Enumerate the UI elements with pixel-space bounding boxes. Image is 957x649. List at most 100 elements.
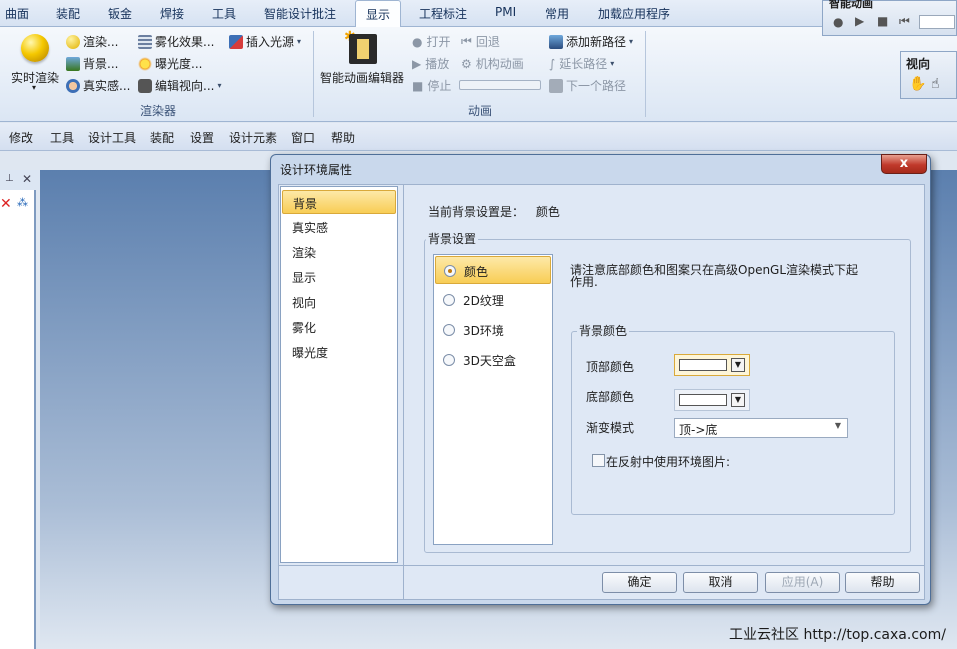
close-icon[interactable]: ✕ <box>22 172 32 186</box>
tab-assembly[interactable]: 装配 <box>56 5 80 22</box>
chevron-down-icon: ▾ <box>297 37 302 46</box>
menu-modify[interactable]: 修改 <box>9 129 33 146</box>
menu-settings[interactable]: 设置 <box>190 129 214 146</box>
radio-button <box>443 294 455 306</box>
stop-icon: ■ <box>412 78 424 93</box>
apply-button[interactable]: 应用(A) <box>765 572 840 593</box>
stop-button[interactable]: ■ 停止 <box>412 77 451 94</box>
tab-surface[interactable]: 曲面 <box>5 5 29 22</box>
background-type-list: 颜色 2D纹理 3D环境 3D天空盒 <box>433 254 553 545</box>
extend-path-button[interactable]: ∫ 延长路径 ▾ <box>549 55 614 72</box>
menu-design-elements[interactable]: 设计元素 <box>229 129 277 146</box>
bottom-color-picker[interactable]: ▼ <box>674 389 750 411</box>
camera-icon <box>138 78 152 93</box>
reflect-env-label: 在反射中使用环境图片: <box>606 455 731 469</box>
record-icon[interactable]: ● <box>833 15 843 29</box>
nav-divider <box>403 185 404 599</box>
reflect-env-checkbox[interactable] <box>592 454 605 467</box>
chevron-down-icon: ▼ <box>834 421 841 430</box>
color-swatch <box>679 359 727 371</box>
nav-item-exposure[interactable]: 曝光度 <box>282 340 396 364</box>
tab-engineering-annotation[interactable]: 工程标注 <box>419 5 467 22</box>
menu-tools[interactable]: 工具 <box>50 129 74 146</box>
menu-bar: 修改 工具 设计工具 装配 设置 设计元素 窗口 帮助 <box>0 123 957 151</box>
color-swatch <box>679 394 727 406</box>
next-path-button[interactable]: 下一个路径 <box>549 77 626 94</box>
fog-icon <box>138 34 152 49</box>
option-color[interactable]: 颜色 <box>435 256 551 284</box>
dialog-close-button[interactable]: x <box>881 154 927 174</box>
nav-item-render[interactable]: 渲染 <box>282 240 396 264</box>
ok-button[interactable]: 确定 <box>602 572 677 593</box>
animation-panel-title: 智能动画 <box>829 0 873 10</box>
menu-design-tools[interactable]: 设计工具 <box>88 129 136 146</box>
rotate-hand-icon[interactable]: ☝ <box>931 76 940 92</box>
chevron-down-icon: ▼ <box>731 358 745 372</box>
help-button[interactable]: 帮助 <box>845 572 920 593</box>
tab-smart-annotation[interactable]: 智能设计批注 <box>264 5 336 22</box>
option-2d-texture[interactable]: 2D纹理 <box>435 286 551 314</box>
gradient-mode-select[interactable]: 顶->底 ▼ <box>674 418 848 438</box>
mechanism-icon: ⚙ <box>461 56 472 71</box>
close-icon: x <box>899 156 909 171</box>
pin-icon[interactable]: ⊥ <box>5 173 14 184</box>
open-button[interactable]: ● 打开 <box>412 33 451 50</box>
edit-view-button[interactable]: 编辑视向... ▾ <box>138 77 221 94</box>
realism-button[interactable]: 真实感... <box>66 77 130 94</box>
tab-welding[interactable]: 焊接 <box>160 5 184 22</box>
side-panel-header: ⊥ ✕ <box>0 170 40 190</box>
menu-assembly[interactable]: 装配 <box>150 129 174 146</box>
option-3d-skybox[interactable]: 3D天空盒 <box>435 346 551 374</box>
nav-item-realism[interactable]: 真实感 <box>282 215 396 239</box>
play-icon: ▶ <box>412 56 422 71</box>
mechanism-animation-button[interactable]: ⚙ 机构动画 <box>461 55 524 72</box>
insert-light-button[interactable]: 插入光源 ▾ <box>229 33 301 50</box>
fog-effect-button[interactable]: 雾化效果... <box>138 33 214 50</box>
rewind-button[interactable]: ⏮ 回退 <box>461 33 500 50</box>
design-environment-dialog: 设计环境属性 x 背景 真实感 渲染 显示 视向 雾化 曝光度 当前背景设置是：… <box>270 154 931 605</box>
playback-slider[interactable] <box>919 15 955 29</box>
render-button[interactable]: 渲染... <box>66 33 118 50</box>
chevron-down-icon: ▾ <box>217 81 222 90</box>
nav-item-background[interactable]: 背景 <box>282 190 396 214</box>
ribbon-panel: 实时渲染 ▾ 渲染... 背景... 真实感... 雾化效果... 曝光度...… <box>0 27 957 122</box>
option-3d-environment[interactable]: 3D环境 <box>435 316 551 344</box>
current-setting-label: 当前背景设置是： <box>428 205 525 219</box>
view-panel-title: 视向 <box>906 57 931 71</box>
play-icon[interactable]: ▶ <box>855 14 864 28</box>
exposure-button[interactable]: 曝光度... <box>138 55 202 72</box>
current-setting: 当前背景设置是： 颜色 <box>428 203 560 220</box>
gradient-mode-label: 渐变模式 <box>586 421 635 435</box>
opengl-note: 请注意底部颜色和图案只在高级OpenGL渲染模式下起作用. <box>570 263 859 289</box>
animation-timeline-slider[interactable] <box>459 80 541 90</box>
tab-sheetmetal[interactable]: 钣金 <box>108 5 132 22</box>
menu-window[interactable]: 窗口 <box>291 129 315 146</box>
gradient-mode-value: 顶->底 <box>679 423 718 437</box>
light-source-icon <box>229 34 243 49</box>
group-separator <box>313 31 314 117</box>
tab-display[interactable]: 显示 <box>355 0 402 28</box>
chevron-down-icon: ▾ <box>610 59 615 68</box>
nav-item-fog[interactable]: 雾化 <box>282 315 396 339</box>
tab-load-app[interactable]: 加载应用程序 <box>598 5 670 22</box>
menu-help[interactable]: 帮助 <box>331 129 355 146</box>
nav-item-view[interactable]: 视向 <box>282 290 396 314</box>
add-new-path-button[interactable]: 添加新路径 ▾ <box>549 33 633 50</box>
cancel-button[interactable]: 取消 <box>683 572 758 593</box>
current-setting-value: 颜色 <box>535 205 560 219</box>
nav-item-display[interactable]: 显示 <box>282 265 396 289</box>
rewind-icon[interactable]: ⏮ <box>899 14 910 29</box>
top-color-picker[interactable]: ▼ <box>674 354 750 376</box>
background-button[interactable]: 背景... <box>66 55 118 72</box>
tab-tools[interactable]: 工具 <box>212 5 236 22</box>
delete-icon[interactable]: ✕ <box>0 196 12 212</box>
tab-pmi[interactable]: PMI <box>495 5 516 19</box>
tree-filter-icon[interactable]: ⁂ <box>17 196 28 209</box>
tab-common[interactable]: 常用 <box>545 5 569 22</box>
pan-hand-icon[interactable]: ✋ <box>909 76 926 92</box>
stop-icon[interactable]: ■ <box>877 14 888 28</box>
next-path-icon <box>549 78 563 93</box>
sphere-icon <box>21 34 49 62</box>
play-button[interactable]: ▶ 播放 <box>412 55 449 72</box>
background-color-legend: 背景颜色 <box>577 322 630 339</box>
